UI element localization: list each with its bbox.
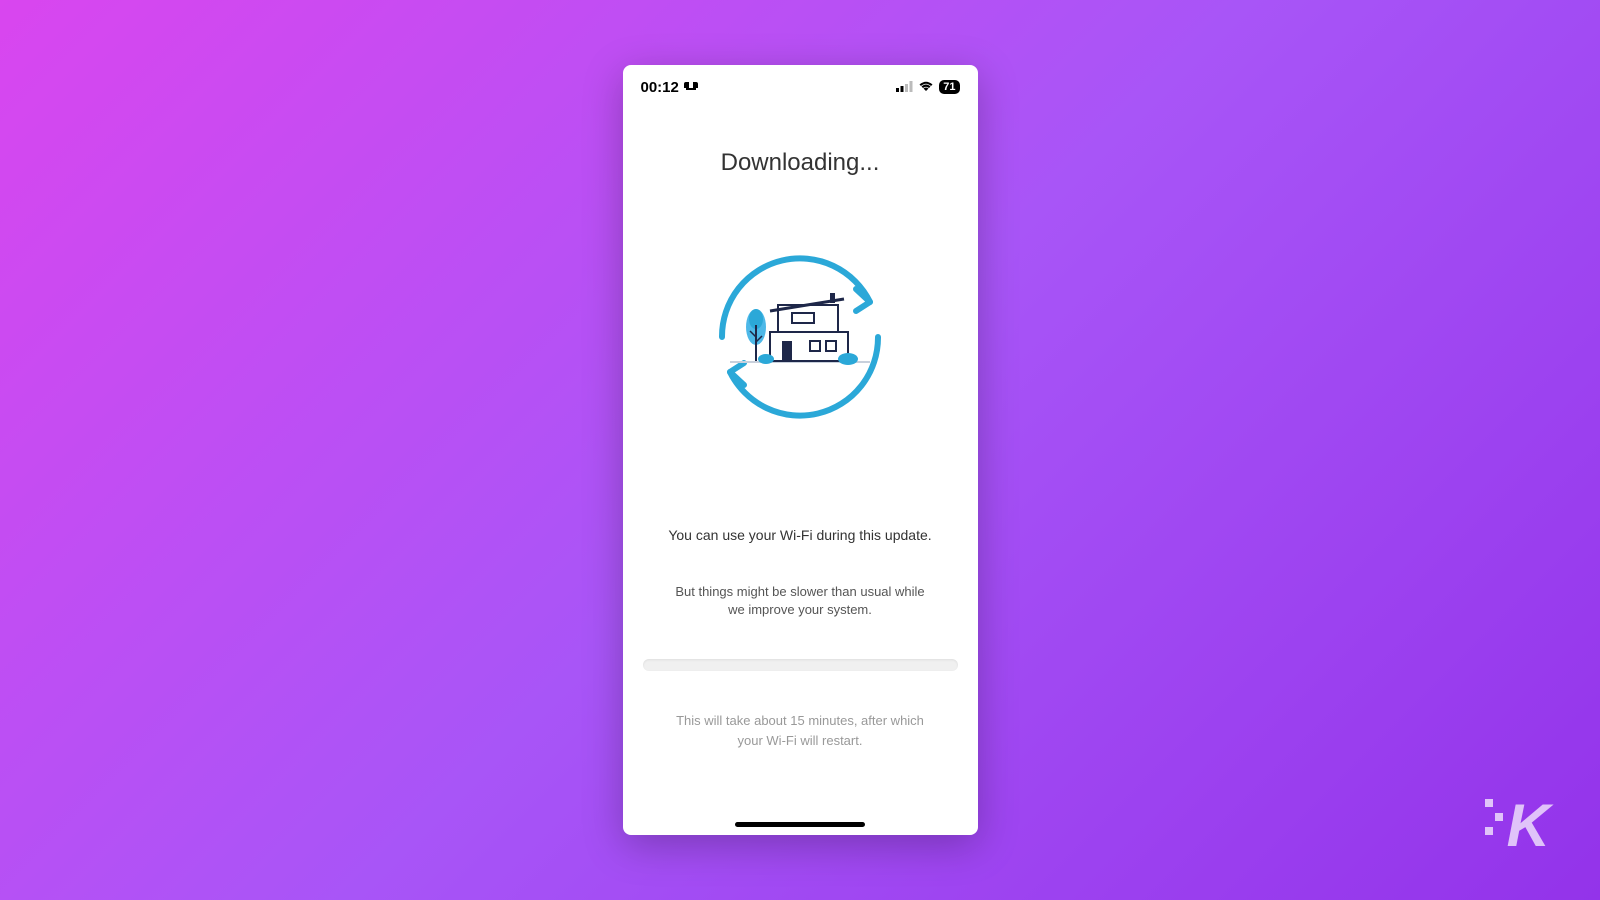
info-primary-text: You can use your Wi-Fi during this updat…: [658, 527, 941, 543]
watermark-dots-icon: [1485, 799, 1503, 835]
cellular-signal-icon: [896, 79, 913, 96]
wifi-icon: [918, 79, 934, 96]
alarm-icon: [683, 79, 699, 96]
house-refresh-icon: [670, 207, 930, 467]
watermark-logo: K: [1485, 791, 1550, 860]
page-title: Downloading...: [721, 149, 880, 177]
home-indicator[interactable]: [735, 822, 865, 827]
info-secondary-text: But things might be slower than usual wh…: [643, 583, 958, 619]
footer-text: This will take about 15 minutes, after w…: [643, 711, 958, 750]
phone-frame: 00:12 71: [623, 65, 978, 835]
watermark-letter: K: [1507, 791, 1550, 860]
status-bar-right: 71: [896, 79, 959, 96]
screen-content: Downloading...: [623, 109, 978, 835]
status-bar: 00:12 71: [623, 65, 978, 109]
battery-level-badge: 71: [939, 80, 959, 94]
status-bar-left: 00:12: [641, 79, 699, 96]
progress-bar: [643, 659, 958, 671]
status-time: 00:12: [641, 79, 679, 96]
